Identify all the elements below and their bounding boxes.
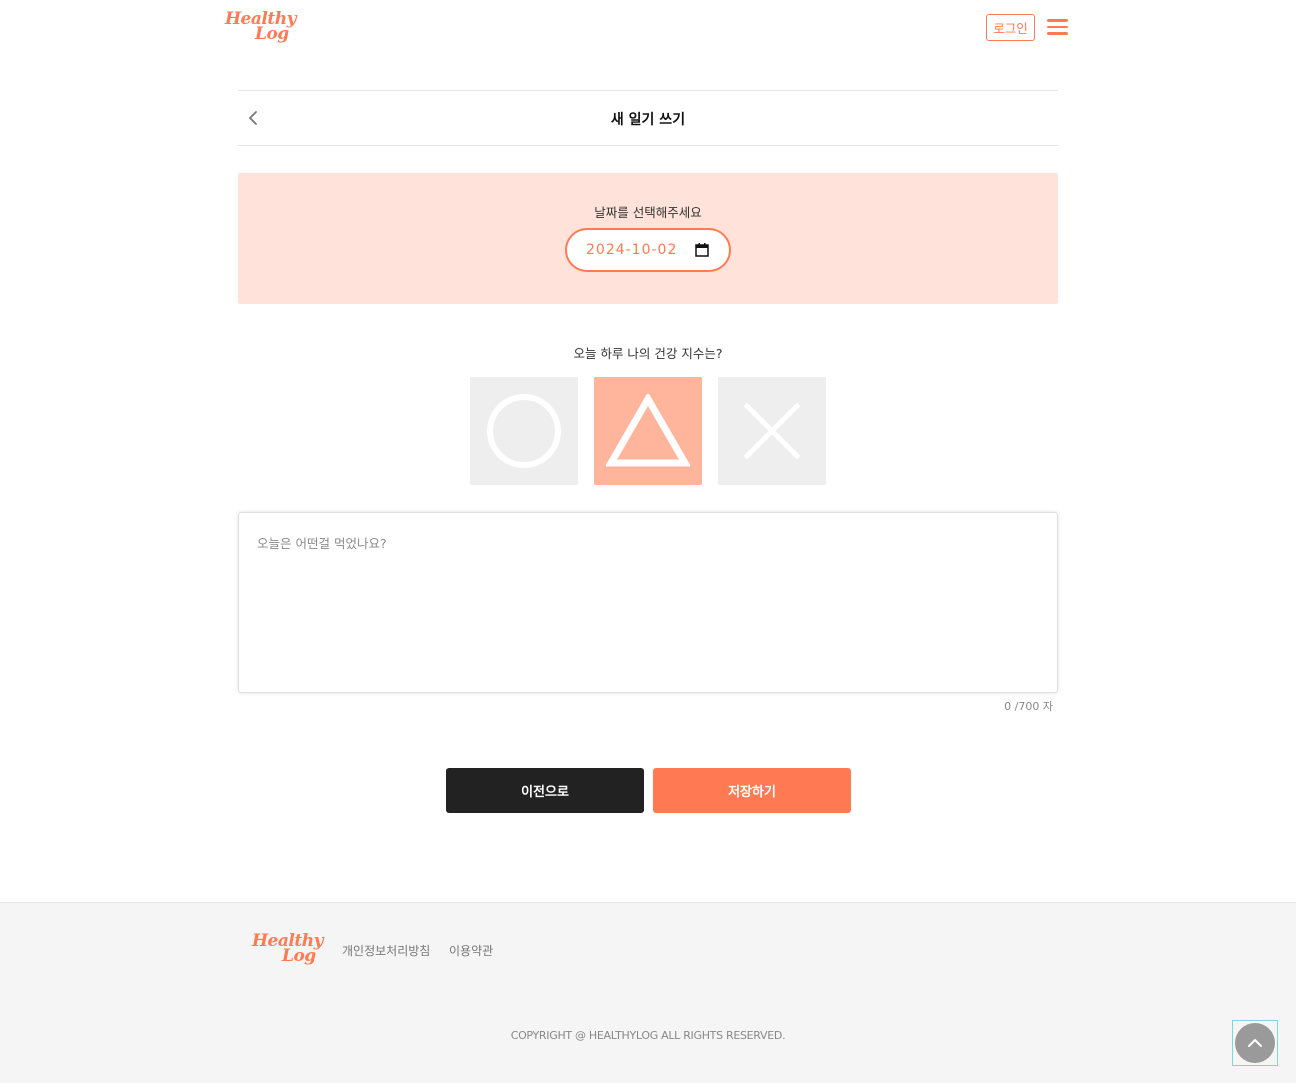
cross-icon: [744, 403, 800, 459]
diary-textarea[interactable]: [238, 512, 1058, 693]
copyright-text: COPYRIGHT @ HEALTHYLOG ALL RIGHTS RESERV…: [510, 1029, 786, 1042]
page-title-bar: 새 일기 쓰기: [238, 90, 1058, 146]
scroll-top-button[interactable]: [1232, 1020, 1278, 1066]
hamburger-icon[interactable]: [1047, 19, 1068, 35]
footer-logo[interactable]: Healthy Log: [252, 933, 323, 965]
privacy-policy-link[interactable]: 개인정보처리방침: [342, 942, 430, 959]
site-footer: Healthy Log 개인정보처리방침 이용약관 COPYRIGHT @ HE…: [0, 902, 1296, 1083]
terms-link[interactable]: 이용약관: [449, 942, 493, 959]
login-button[interactable]: 로그인: [986, 14, 1035, 41]
char-count: 0 /700 자: [1004, 700, 1053, 713]
calendar-icon[interactable]: [695, 243, 709, 257]
date-input[interactable]: 2024-10-02: [565, 228, 731, 272]
header-logo[interactable]: Healthy Log: [225, 11, 296, 43]
health-question: 오늘 하루 나의 건강 지수는?: [573, 346, 723, 361]
date-label: 날짜를 선택해주세요: [594, 205, 702, 220]
health-option-bad[interactable]: [718, 377, 826, 485]
date-value: 2024-10-02: [586, 242, 678, 258]
circle-icon: [487, 394, 561, 468]
chevron-up-icon: [1235, 1023, 1275, 1063]
prev-button[interactable]: 이전으로: [446, 768, 644, 813]
health-option-good[interactable]: [470, 377, 578, 485]
page-title: 새 일기 쓰기: [610, 112, 686, 128]
date-panel: 날짜를 선택해주세요 2024-10-02: [238, 173, 1058, 304]
health-option-normal[interactable]: [594, 377, 702, 485]
triangle-icon: [606, 394, 690, 467]
site-header: Healthy Log 로그인: [0, 0, 1296, 60]
save-button[interactable]: 저장하기: [653, 768, 851, 813]
